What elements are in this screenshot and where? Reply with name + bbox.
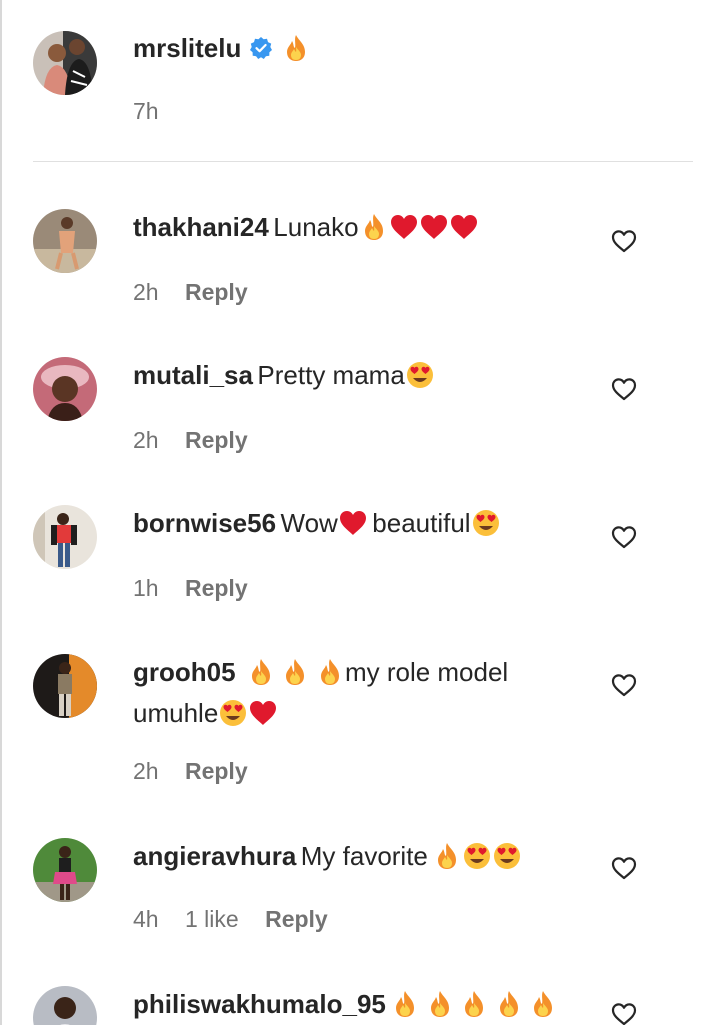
comment-time: 1h [133, 575, 159, 601]
comment-username[interactable]: mutali_sa [133, 360, 253, 390]
fire-emoji-icon [280, 657, 310, 687]
comment-text: my role model [344, 657, 509, 687]
comment-time: 2h [133, 427, 159, 453]
comment-meta: 4h 1 like Reply [133, 906, 328, 933]
fire-emoji-icon [246, 657, 276, 687]
red-heart-emoji-icon [449, 212, 479, 242]
comment-time: 2h [133, 758, 159, 784]
fire-emoji-icon [359, 212, 389, 242]
heart-eyes-emoji-icon [492, 841, 522, 871]
comment-meta: 2h Reply [133, 279, 248, 306]
comment-text: My favorite [300, 841, 428, 871]
caption-meta: 7h [133, 98, 179, 125]
fire-emoji-icon [425, 989, 455, 1019]
red-heart-emoji-icon [419, 212, 449, 242]
like-heart-icon[interactable] [611, 525, 637, 549]
comment-text: Lunako [273, 212, 359, 242]
fire-emoji-icon [390, 989, 420, 1019]
comment-username[interactable]: grooh05 [133, 657, 236, 687]
red-heart-emoji-icon [338, 508, 368, 538]
reply-button[interactable]: Reply [185, 575, 248, 601]
comment-username[interactable]: thakhani24 [133, 212, 269, 242]
like-heart-icon[interactable] [611, 229, 637, 253]
avatar[interactable] [33, 31, 97, 95]
fire-emoji-icon [528, 989, 558, 1019]
fire-emoji-icon [494, 989, 524, 1019]
comment-text-after: beautiful [372, 508, 471, 538]
comment-text-line2: umuhle [133, 698, 219, 728]
heart-eyes-emoji-icon [218, 698, 248, 728]
caption-time: 7h [133, 98, 159, 124]
fire-emoji-icon [459, 989, 489, 1019]
comment-username[interactable]: philiswakhumalo_95 [133, 989, 386, 1019]
reply-button[interactable]: Reply [185, 758, 248, 784]
like-heart-icon[interactable] [611, 1002, 637, 1025]
post-caption: mrslitelu 7h [0, 0, 720, 165]
fire-emoji-icon [315, 657, 345, 687]
avatar[interactable] [33, 654, 97, 718]
comment-text: Pretty mama [257, 360, 405, 390]
red-heart-emoji-icon [248, 698, 278, 728]
fire-emoji-icon [432, 841, 462, 871]
heart-eyes-emoji-icon [471, 508, 501, 538]
avatar[interactable] [33, 505, 97, 569]
like-count[interactable]: 1 like [185, 906, 239, 932]
reply-button[interactable]: Reply [185, 427, 248, 453]
like-heart-icon[interactable] [611, 673, 637, 697]
heart-eyes-emoji-icon [405, 360, 435, 390]
avatar[interactable] [33, 838, 97, 902]
comment-text: Wow [280, 508, 338, 538]
comment-meta: 1h Reply [133, 575, 248, 602]
comment-username[interactable]: bornwise56 [133, 508, 276, 538]
comment-time: 4h [133, 906, 159, 932]
avatar[interactable] [33, 357, 97, 421]
comment-time: 2h [133, 279, 159, 305]
divider [33, 161, 693, 162]
avatar[interactable] [33, 209, 97, 273]
red-heart-emoji-icon [389, 212, 419, 242]
verified-badge-icon [249, 36, 273, 60]
comment-meta: 2h Reply [133, 427, 248, 454]
like-heart-icon[interactable] [611, 856, 637, 880]
heart-eyes-emoji-icon [462, 841, 492, 871]
fire-emoji-icon [281, 33, 311, 63]
comment-meta: 2h Reply [133, 758, 248, 785]
like-heart-icon[interactable] [611, 377, 637, 401]
reply-button[interactable]: Reply [265, 906, 328, 932]
caption-username[interactable]: mrslitelu [133, 33, 241, 63]
comment-username[interactable]: angieravhura [133, 841, 296, 871]
reply-button[interactable]: Reply [185, 279, 248, 305]
avatar[interactable] [33, 986, 97, 1025]
